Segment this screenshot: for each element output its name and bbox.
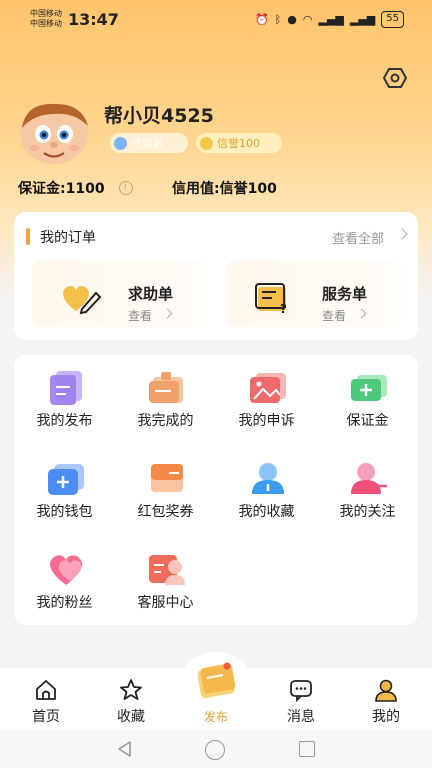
deposit-row: 保证金:1100 ! [18,178,133,198]
profile-icon [375,679,397,702]
svg-text:?: ? [280,302,287,315]
service-order-view: 查看 [322,309,347,323]
tab-favorites[interactable]: 收藏 [88,668,174,730]
help-order-tile[interactable]: 求助单 查看 [32,261,208,327]
help-heart-pen-icon [63,285,102,315]
grid-item-wallet[interactable]: 我的钱包 [14,446,115,536]
credit-medal-icon [200,136,213,150]
grid-item-deposit[interactable]: 保证金 [317,355,418,445]
grid-item-customer-service[interactable]: 客服中心 [115,537,216,627]
alarm-icon: ⏰ [254,13,269,26]
credit-value: 信用值:信誉100 [172,181,277,197]
carrier-info: 中国移动 中国移动 [30,9,62,29]
publish-label[interactable]: 发布 [176,708,256,725]
chevron-right-icon[interactable] [396,228,408,240]
star-icon [120,679,142,700]
user-name: 帮小贝4525 [104,105,214,127]
credit-badge-label: 信誉100 [217,137,260,150]
help-order-title: 求助单 [128,285,174,303]
grid-label: 保证金 [346,413,389,429]
clock: 13:47 [68,10,119,29]
favorites-person-icon [252,463,284,494]
heart-icon [50,555,82,585]
chevron-right-icon [162,308,173,319]
tab-label: 我的 [372,709,400,725]
grid-label: 客服中心 [137,595,194,611]
grid-label: 我的发布 [36,413,93,429]
tab-label: 收藏 [117,709,145,725]
message-icon [290,680,312,702]
info-icon[interactable]: ! [118,181,133,195]
feature-grid-card: 我的发布 我完成的 我的申诉 保证金 我的钱包 红包奖券 我的收藏 我的关注 我… [14,355,418,625]
grid-item-favorites[interactable]: 我的收藏 [216,446,317,536]
publish-note-icon[interactable] [193,660,239,700]
back-triangle-icon[interactable] [116,740,134,758]
red-packet-icon [151,464,183,492]
grid-label: 我的粉丝 [36,595,93,611]
signal-icon-2: ▂▄▆ [349,13,376,26]
deposit-wallet-icon [351,375,387,401]
home-icon [36,680,56,700]
help-order-view: 查看 [128,309,153,323]
section-accent-bar [26,228,30,245]
system-navigation-bar [0,730,432,768]
tab-home[interactable]: 首页 [3,668,89,730]
verified-badge-label: 已实名 [131,137,164,150]
chevron-right-icon [356,308,367,319]
bluetooth-icon: ᛒ [274,13,282,26]
recents-square-icon[interactable] [299,741,315,757]
grid-item-appeal[interactable]: 我的申诉 [216,355,317,445]
settings-hex-icon[interactable] [383,66,407,90]
grid-item-my-publish[interactable]: 我的发布 [14,355,115,445]
wallet-icon [48,464,84,495]
wifi-icon: ◠ [302,13,313,26]
grid-label: 我的钱包 [36,504,93,520]
orders-card: 我的订单 查看全部 求助单 查看 ? 服务单 查看 [14,212,418,340]
location-icon: ● [287,13,297,26]
carrier-2: 中国移动 [30,19,62,28]
shield-check-icon [114,136,127,150]
publish-doc-icon [50,371,82,405]
grid-item-fans[interactable]: 我的粉丝 [14,537,115,627]
customer-service-icon [149,555,185,585]
tab-label: 首页 [32,709,60,725]
signal-icon: ▂▄▆ [318,13,344,26]
verified-badge: 已实名 [110,133,188,153]
tab-label: 消息 [287,709,315,725]
grid-label: 我的收藏 [238,504,295,520]
carrier-1: 中国移动 [30,9,62,18]
grid-label: 红包奖券 [137,504,194,520]
home-circle-icon[interactable] [205,740,225,760]
status-bar: 中国移动 中国移动 13:47 ⏰ ᛒ ● ◠ ▂▄▆ ▂▄▆ 55 [0,0,432,40]
completed-box-icon [149,372,183,403]
follow-person-icon [351,463,387,494]
tab-profile[interactable]: 我的 [343,668,429,730]
tab-messages[interactable]: 消息 [258,668,344,730]
grid-item-completed[interactable]: 我完成的 [115,355,216,445]
credit-badge: 信誉100 [196,133,282,153]
orders-title: 我的订单 [40,230,96,246]
avatar[interactable] [16,98,92,166]
service-doc-icon: ? [255,283,287,315]
view-all-orders-link[interactable]: 查看全部 [332,228,384,247]
grid-item-follow[interactable]: 我的关注 [317,446,418,536]
grid-label: 我的申诉 [238,413,295,429]
grid-label: 我完成的 [137,413,194,429]
grid-label: 我的关注 [339,504,396,520]
service-order-title: 服务单 [322,285,368,303]
battery-icon: 55 [381,11,404,28]
grid-item-red-packet[interactable]: 红包奖券 [115,446,216,536]
appeal-image-icon [250,373,286,403]
status-icons: ⏰ ᛒ ● ◠ ▂▄▆ ▂▄▆ 55 [255,11,404,28]
service-order-tile[interactable]: ? 服务单 查看 [226,261,402,327]
deposit-value: 保证金:1100 [18,181,105,197]
